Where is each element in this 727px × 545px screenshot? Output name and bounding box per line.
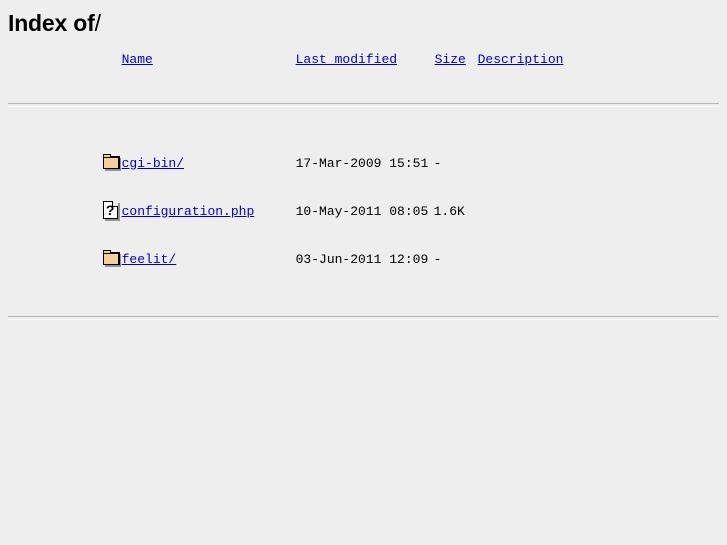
- header-cell-name: Name: [122, 48, 296, 73]
- row-last-modified-cell: 10-May-2011 08:05: [295, 203, 429, 219]
- table-header-row: Name Last modified Size Description: [8, 48, 719, 73]
- sort-by-size-link[interactable]: Size: [435, 52, 466, 67]
- row-description-cell: [478, 139, 719, 187]
- sort-by-date-link[interactable]: Last modified: [296, 52, 397, 67]
- directory-index-page: Index of/ Name Last modified Size Descri…: [0, 0, 727, 346]
- header-cell-size: Size: [434, 48, 478, 73]
- row-description-cell: [478, 187, 719, 235]
- header-divider-cell: [8, 73, 719, 139]
- unknown-file-icon: ?: [102, 200, 122, 222]
- folder-icon: [102, 248, 122, 270]
- sort-by-name-link[interactable]: Name: [122, 52, 153, 67]
- row-size-cell: -: [433, 155, 442, 171]
- header-cell-icon: [8, 48, 122, 73]
- directory-listing-table: Name Last modified Size Description cgi-…: [8, 48, 719, 346]
- row-last-modified-cell: 17-Mar-2009 15:51: [295, 155, 429, 171]
- header-cell-description: Description: [478, 48, 719, 73]
- page-title-path: /: [94, 10, 101, 36]
- horizontal-rule-bottom: [8, 316, 719, 320]
- table-row: cgi-bin/ 17-Mar-2009 15:51 -: [8, 139, 719, 187]
- page-title: Index of/: [0, 0, 727, 37]
- header-divider-row: [8, 73, 719, 139]
- header-cell-last-modified: Last modified: [296, 48, 434, 73]
- row-description-cell: [478, 235, 719, 283]
- sort-by-description-link[interactable]: Description: [478, 52, 564, 67]
- row-size-cell: -: [433, 251, 442, 267]
- directory-listing: Name Last modified Size Description cgi-…: [0, 48, 727, 346]
- row-last-modified-cell: 03-Jun-2011 12:09: [295, 251, 429, 267]
- folder-icon: [102, 152, 122, 174]
- horizontal-rule-top: [8, 103, 719, 107]
- row-size-cell: 1.6K: [433, 203, 465, 219]
- row-icon-cell: [8, 139, 122, 187]
- page-title-main: Index of: [8, 10, 95, 36]
